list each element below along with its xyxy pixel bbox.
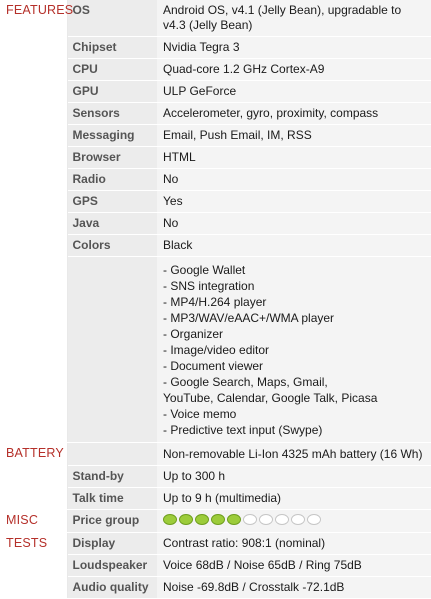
spec-value-gps: Yes bbox=[157, 190, 431, 213]
spec-label-battery-type bbox=[67, 442, 157, 466]
price-coin-filled-icon bbox=[163, 514, 177, 525]
spec-label-talktime: Talk time bbox=[67, 487, 157, 510]
price-group-rating bbox=[163, 513, 321, 525]
price-coin-empty-icon bbox=[259, 514, 273, 525]
price-coin-empty-icon bbox=[275, 514, 289, 525]
spec-label-java: Java bbox=[67, 212, 157, 235]
spec-value-extras: - Google Wallet - SNS integration - MP4/… bbox=[157, 256, 431, 443]
spec-value-display: Contrast ratio: 908:1 (nominal) bbox=[157, 532, 431, 555]
section-tests: TESTS bbox=[0, 532, 68, 599]
extra-item: - Google Search, Maps, Gmail, bbox=[163, 375, 328, 389]
section-features: FEATURES bbox=[0, 0, 73, 443]
extra-item: - Predictive text input (Swype) bbox=[163, 423, 323, 437]
spec-value-gpu: ULP GeForce bbox=[157, 80, 431, 103]
spec-label-loudspeaker: Loudspeaker bbox=[67, 554, 157, 577]
spec-value-cpu: Quad-core 1.2 GHz Cortex-A9 bbox=[157, 58, 431, 81]
price-coin-empty-icon bbox=[243, 514, 257, 525]
spec-label-extras bbox=[67, 256, 157, 443]
spec-value-radio: No bbox=[157, 168, 431, 191]
extra-item: - MP3/WAV/eAAC+/WMA player bbox=[163, 311, 335, 325]
spec-label-colors: Colors bbox=[67, 234, 157, 257]
spec-label-sensors: Sensors bbox=[67, 102, 157, 125]
extra-item: - Voice memo bbox=[163, 407, 237, 421]
extra-item: - MP4/H.264 player bbox=[163, 295, 267, 309]
spec-value-colors: Black bbox=[157, 234, 431, 257]
spec-value-price-group bbox=[157, 509, 431, 533]
spec-label-cpu: CPU bbox=[67, 58, 157, 81]
spec-value-browser: HTML bbox=[157, 146, 431, 169]
spec-label-radio: Radio bbox=[67, 168, 157, 191]
extra-item: - Organizer bbox=[163, 327, 224, 341]
spec-value-messaging: Email, Push Email, IM, RSS bbox=[157, 124, 431, 147]
spec-label-chipset: Chipset bbox=[67, 36, 157, 59]
spec-value-sensors: Accelerometer, gyro, proximity, compass bbox=[157, 102, 431, 125]
spec-value-os: Android OS, v4.1 (Jelly Bean), upgradabl… bbox=[157, 0, 431, 37]
section-battery: BATTERY bbox=[0, 442, 68, 510]
extra-item: - Google Wallet bbox=[163, 263, 246, 277]
spec-label-display: Display bbox=[67, 532, 157, 555]
specs-table: FEATURES OS Android OS, v4.1 (Jelly Bean… bbox=[0, 0, 431, 599]
price-coin-filled-icon bbox=[211, 514, 225, 525]
section-misc: MISC bbox=[0, 509, 68, 533]
price-coin-filled-icon bbox=[195, 514, 209, 525]
spec-label-audio-quality: Audio quality bbox=[67, 576, 157, 599]
price-coin-filled-icon bbox=[227, 514, 241, 525]
spec-label-price-group: Price group bbox=[67, 509, 157, 533]
spec-label-browser: Browser bbox=[67, 146, 157, 169]
price-coin-filled-icon bbox=[179, 514, 193, 525]
extra-item: YouTube, Calendar, Google Talk, Picasa bbox=[163, 391, 378, 405]
spec-label-messaging: Messaging bbox=[67, 124, 157, 147]
spec-value-java: No bbox=[157, 212, 431, 235]
spec-label-os: OS bbox=[67, 0, 157, 37]
spec-label-standby: Stand-by bbox=[67, 465, 157, 488]
price-coin-empty-icon bbox=[291, 514, 305, 525]
spec-label-gps: GPS bbox=[67, 190, 157, 213]
extra-item: - Image/video editor bbox=[163, 343, 270, 357]
spec-value-audio-quality: Noise -69.8dB / Crosstalk -72.1dB bbox=[157, 576, 431, 599]
extra-item: - Document viewer bbox=[163, 359, 264, 373]
price-coin-empty-icon bbox=[307, 514, 321, 525]
spec-value-standby: Up to 300 h bbox=[157, 465, 431, 488]
spec-value-chipset: Nvidia Tegra 3 bbox=[157, 36, 431, 59]
spec-value-battery-type: Non-removable Li-Ion 4325 mAh battery (1… bbox=[157, 442, 431, 466]
spec-value-talktime: Up to 9 h (multimedia) bbox=[157, 487, 431, 510]
spec-value-loudspeaker: Voice 68dB / Noise 65dB / Ring 75dB bbox=[157, 554, 431, 577]
spec-label-gpu: GPU bbox=[67, 80, 157, 103]
extra-item: - SNS integration bbox=[163, 279, 255, 293]
